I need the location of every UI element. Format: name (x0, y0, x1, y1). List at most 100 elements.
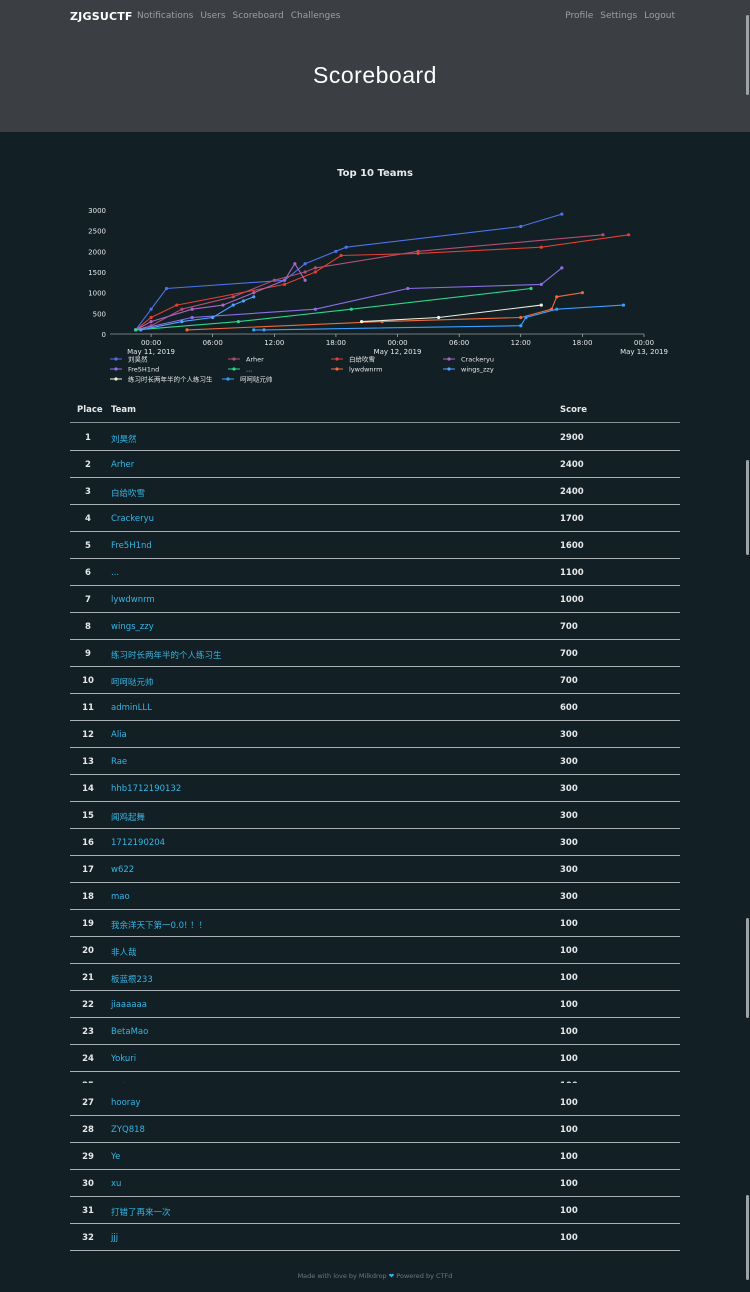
team-link[interactable]: 板蓝根233 (111, 973, 153, 985)
team-link[interactable]: xu (111, 1179, 121, 1189)
team-link[interactable]: hhb1712190132 (111, 784, 181, 794)
data-point[interactable] (190, 307, 194, 311)
data-point[interactable] (555, 295, 559, 299)
team-link[interactable]: Ye (111, 1152, 120, 1162)
data-point[interactable] (529, 286, 533, 291)
team-link[interactable]: 我余洋天下第一0.0! ！！ (111, 919, 207, 931)
legend-label[interactable]: lywdwnrm (349, 366, 382, 374)
nav-scoreboard[interactable]: Scoreboard (233, 11, 284, 21)
team-link[interactable]: ZYQ818 (111, 1125, 145, 1135)
legend-label[interactable]: 刘昊然 (128, 355, 148, 364)
team-link[interactable]: wings_zzy (111, 622, 154, 632)
team-link[interactable]: mao (111, 892, 130, 902)
data-point[interactable] (149, 320, 153, 324)
data-point[interactable] (601, 233, 605, 237)
data-point[interactable] (282, 282, 287, 286)
nav-notifications[interactable]: Notifications (137, 11, 193, 21)
data-point[interactable] (339, 253, 343, 258)
data-point[interactable] (519, 224, 523, 229)
team-link[interactable]: 非人哉 (111, 946, 137, 958)
data-point[interactable] (175, 303, 179, 307)
data-point[interactable] (282, 278, 287, 282)
team-link[interactable]: lywdwnrm (111, 595, 155, 605)
scrollbar-thumb[interactable] (746, 15, 749, 95)
team-link[interactable]: 打错了再来一次 (111, 1206, 171, 1218)
nav-profile[interactable]: Profile (565, 11, 593, 21)
data-point[interactable] (303, 278, 307, 282)
data-point[interactable] (539, 245, 543, 249)
data-point[interactable] (524, 315, 528, 320)
data-point[interactable] (190, 315, 194, 320)
data-point[interactable] (272, 278, 276, 282)
team-link[interactable]: ... (111, 568, 119, 578)
nav-users[interactable]: Users (200, 11, 225, 21)
team-link[interactable]: Arher (111, 460, 134, 470)
legend-label[interactable]: Fre5H1nd (128, 366, 159, 374)
nav-challenges[interactable]: Challenges (291, 11, 341, 21)
legend-label[interactable]: wings_zzy (461, 366, 494, 374)
data-point[interactable] (185, 328, 189, 332)
team-link[interactable]: Alia (111, 730, 127, 740)
data-point[interactable] (406, 286, 410, 291)
data-point[interactable] (180, 320, 184, 324)
data-point[interactable] (164, 286, 169, 291)
data-point[interactable] (560, 212, 564, 216)
data-point[interactable] (231, 303, 235, 307)
legend-label[interactable]: 练习时长两年半的个人练习生 (128, 375, 213, 384)
data-point[interactable] (180, 307, 184, 311)
team-link[interactable]: 刘昊然 (111, 433, 137, 445)
data-point[interactable] (252, 291, 256, 295)
team-link[interactable]: jiaaaaaa (111, 1000, 147, 1010)
legend-label[interactable]: ... (246, 366, 252, 374)
data-point[interactable] (626, 233, 631, 237)
data-point[interactable] (236, 320, 240, 324)
data-point[interactable] (334, 249, 338, 253)
team-link[interactable]: 1712190204 (111, 838, 165, 848)
team-link[interactable]: 练习时长两年半的个人练习生 (111, 649, 222, 661)
team-link[interactable]: hooray (111, 1098, 141, 1108)
data-point[interactable] (539, 282, 543, 286)
legend-label[interactable]: 白给吹雪 (349, 355, 375, 364)
team-link[interactable]: jjj (111, 1233, 118, 1243)
data-point[interactable] (359, 320, 364, 324)
data-point[interactable] (621, 303, 626, 307)
team-link[interactable]: 闻鸡起舞 (111, 811, 145, 823)
data-point[interactable] (134, 328, 138, 332)
data-point[interactable] (303, 262, 307, 266)
data-point[interactable] (580, 291, 584, 295)
data-point[interactable] (211, 315, 215, 320)
data-point[interactable] (560, 266, 564, 270)
data-point[interactable] (262, 328, 266, 332)
data-point[interactable] (416, 251, 420, 255)
data-point[interactable] (437, 315, 441, 320)
data-point[interactable] (149, 315, 153, 320)
team-link[interactable]: Crackeryu (111, 514, 154, 524)
team-link[interactable]: w622 (111, 865, 134, 875)
team-link[interactable]: 白给吹雪 (111, 487, 145, 499)
nav-settings[interactable]: Settings (600, 11, 637, 21)
team-link[interactable]: 呵呵哒元帅 (111, 676, 154, 688)
scrollbar-thumb[interactable] (746, 1195, 749, 1280)
team-link[interactable]: Yokuri (111, 1054, 136, 1064)
data-point[interactable] (519, 315, 523, 320)
data-point[interactable] (252, 328, 256, 332)
data-point[interactable] (555, 307, 559, 311)
data-point[interactable] (231, 295, 235, 299)
nav-logout[interactable]: Logout (644, 11, 675, 21)
data-point[interactable] (303, 270, 307, 274)
legend-label[interactable]: 呵呵哒元帅 (240, 375, 273, 384)
team-link[interactable]: BetaMao (111, 1027, 148, 1037)
brand-logo[interactable]: ZJGSUCTF (70, 10, 133, 23)
data-point[interactable] (221, 303, 225, 307)
data-point[interactable] (241, 299, 246, 303)
data-point[interactable] (293, 262, 297, 266)
data-point[interactable] (139, 328, 143, 332)
team-link[interactable]: adminLLL (111, 703, 152, 713)
data-point[interactable] (313, 270, 317, 274)
data-point[interactable] (344, 245, 348, 249)
team-link[interactable]: Fre5H1nd (111, 541, 152, 551)
team-link[interactable]: Rae (111, 757, 127, 767)
data-point[interactable] (313, 307, 317, 311)
data-point[interactable] (539, 303, 543, 307)
legend-label[interactable]: Arher (246, 356, 264, 364)
